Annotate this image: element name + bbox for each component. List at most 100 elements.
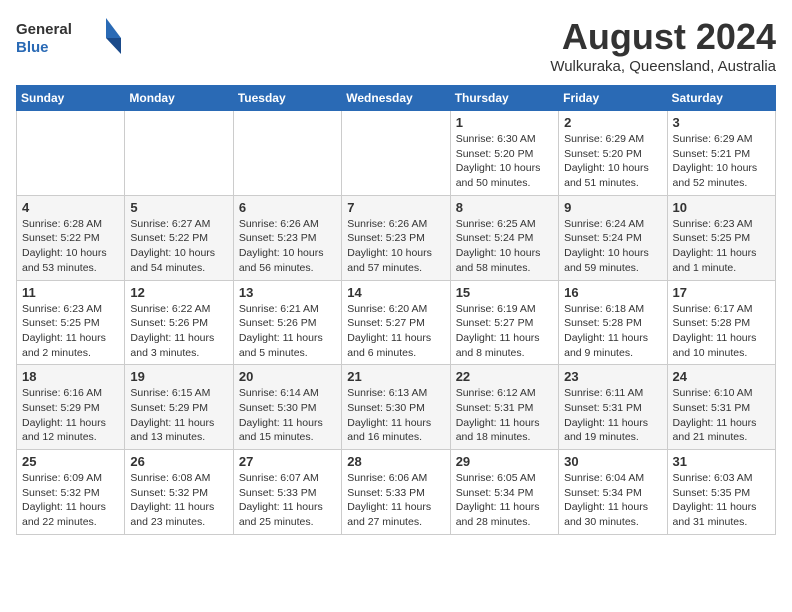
day-info: Sunrise: 6:26 AMSunset: 5:23 PMDaylight:… <box>239 217 336 276</box>
calendar-cell: 13 Sunrise: 6:21 AMSunset: 5:26 PMDayligh… <box>233 280 341 365</box>
day-info: Sunrise: 6:26 AMSunset: 5:23 PMDaylight:… <box>347 217 444 276</box>
day-number: 15 <box>456 285 553 300</box>
calendar-cell: 25 Sunrise: 6:09 AMSunset: 5:32 PMDayligh… <box>17 450 125 535</box>
day-number: 20 <box>239 369 336 384</box>
calendar-cell: 30 Sunrise: 6:04 AMSunset: 5:34 PMDayligh… <box>559 450 667 535</box>
day-number: 23 <box>564 369 661 384</box>
calendar-cell: 8 Sunrise: 6:25 AMSunset: 5:24 PMDaylight… <box>450 195 558 280</box>
day-info: Sunrise: 6:21 AMSunset: 5:26 PMDaylight:… <box>239 302 336 361</box>
day-info: Sunrise: 6:27 AMSunset: 5:22 PMDaylight:… <box>130 217 227 276</box>
calendar-cell: 3 Sunrise: 6:29 AMSunset: 5:21 PMDaylight… <box>667 111 775 196</box>
day-info: Sunrise: 6:29 AMSunset: 5:20 PMDaylight:… <box>564 132 661 191</box>
weekday-header-friday: Friday <box>559 86 667 111</box>
day-info: Sunrise: 6:19 AMSunset: 5:27 PMDaylight:… <box>456 302 553 361</box>
svg-text:General: General <box>16 21 72 38</box>
weekday-header-thursday: Thursday <box>450 86 558 111</box>
day-info: Sunrise: 6:22 AMSunset: 5:26 PMDaylight:… <box>130 302 227 361</box>
calendar-week-row: 1 Sunrise: 6:30 AMSunset: 5:20 PMDaylight… <box>17 111 776 196</box>
day-info: Sunrise: 6:08 AMSunset: 5:32 PMDaylight:… <box>130 471 227 530</box>
logo: General Blue <box>16 16 126 61</box>
day-number: 8 <box>456 200 553 215</box>
day-info: Sunrise: 6:11 AMSunset: 5:31 PMDaylight:… <box>564 386 661 445</box>
day-number: 3 <box>673 115 770 130</box>
day-number: 27 <box>239 454 336 469</box>
day-number: 24 <box>673 369 770 384</box>
day-number: 17 <box>673 285 770 300</box>
day-info: Sunrise: 6:12 AMSunset: 5:31 PMDaylight:… <box>456 386 553 445</box>
day-info: Sunrise: 6:13 AMSunset: 5:30 PMDaylight:… <box>347 386 444 445</box>
day-info: Sunrise: 6:10 AMSunset: 5:31 PMDaylight:… <box>673 386 770 445</box>
day-number: 25 <box>22 454 119 469</box>
month-title: August 2024 <box>550 16 776 58</box>
day-info: Sunrise: 6:18 AMSunset: 5:28 PMDaylight:… <box>564 302 661 361</box>
location: Wulkuraka, Queensland, Australia <box>550 58 776 75</box>
calendar-cell: 1 Sunrise: 6:30 AMSunset: 5:20 PMDaylight… <box>450 111 558 196</box>
day-info: Sunrise: 6:09 AMSunset: 5:32 PMDaylight:… <box>22 471 119 530</box>
calendar-cell: 31 Sunrise: 6:03 AMSunset: 5:35 PMDayligh… <box>667 450 775 535</box>
calendar-cell: 10Sunrise: 6:23 AMSunset: 5:25 PMDayligh… <box>667 195 775 280</box>
logo-svg: General Blue <box>16 16 126 61</box>
day-number: 26 <box>130 454 227 469</box>
calendar-cell: 18Sunrise: 6:16 AMSunset: 5:29 PMDayligh… <box>17 365 125 450</box>
day-info: Sunrise: 6:03 AMSunset: 5:35 PMDaylight:… <box>673 471 770 530</box>
day-number: 29 <box>456 454 553 469</box>
calendar-week-row: 25 Sunrise: 6:09 AMSunset: 5:32 PMDayligh… <box>17 450 776 535</box>
calendar-cell: 4 Sunrise: 6:28 AMSunset: 5:22 PMDaylight… <box>17 195 125 280</box>
calendar-cell: 22 Sunrise: 6:12 AMSunset: 5:31 PMDayligh… <box>450 365 558 450</box>
day-info: Sunrise: 6:06 AMSunset: 5:33 PMDaylight:… <box>347 471 444 530</box>
calendar-cell: 19 Sunrise: 6:15 AMSunset: 5:29 PMDayligh… <box>125 365 233 450</box>
calendar-cell: 12 Sunrise: 6:22 AMSunset: 5:26 PMDayligh… <box>125 280 233 365</box>
day-info: Sunrise: 6:30 AMSunset: 5:20 PMDaylight:… <box>456 132 553 191</box>
day-info: Sunrise: 6:25 AMSunset: 5:24 PMDaylight:… <box>456 217 553 276</box>
day-number: 12 <box>130 285 227 300</box>
day-info: Sunrise: 6:23 AMSunset: 5:25 PMDaylight:… <box>22 302 119 361</box>
calendar-cell <box>17 111 125 196</box>
title-area: August 2024 Wulkuraka, Queensland, Austr… <box>550 16 776 75</box>
calendar-cell: 6Sunrise: 6:26 AMSunset: 5:23 PMDaylight… <box>233 195 341 280</box>
weekday-header-sunday: Sunday <box>17 86 125 111</box>
day-number: 7 <box>347 200 444 215</box>
calendar-cell: 20Sunrise: 6:14 AMSunset: 5:30 PMDayligh… <box>233 365 341 450</box>
weekday-header-saturday: Saturday <box>667 86 775 111</box>
weekday-header-wednesday: Wednesday <box>342 86 450 111</box>
day-number: 28 <box>347 454 444 469</box>
calendar-cell: 15 Sunrise: 6:19 AMSunset: 5:27 PMDayligh… <box>450 280 558 365</box>
calendar-cell: 9Sunrise: 6:24 AMSunset: 5:24 PMDaylight… <box>559 195 667 280</box>
calendar-cell: 27Sunrise: 6:07 AMSunset: 5:33 PMDayligh… <box>233 450 341 535</box>
calendar-cell: 28 Sunrise: 6:06 AMSunset: 5:33 PMDayligh… <box>342 450 450 535</box>
day-number: 13 <box>239 285 336 300</box>
day-info: Sunrise: 6:04 AMSunset: 5:34 PMDaylight:… <box>564 471 661 530</box>
day-info: Sunrise: 6:28 AMSunset: 5:22 PMDaylight:… <box>22 217 119 276</box>
calendar-cell <box>233 111 341 196</box>
day-info: Sunrise: 6:05 AMSunset: 5:34 PMDaylight:… <box>456 471 553 530</box>
day-number: 22 <box>456 369 553 384</box>
calendar-week-row: 18Sunrise: 6:16 AMSunset: 5:29 PMDayligh… <box>17 365 776 450</box>
day-number: 4 <box>22 200 119 215</box>
calendar-week-row: 11 Sunrise: 6:23 AMSunset: 5:25 PMDayligh… <box>17 280 776 365</box>
calendar-header-row: SundayMondayTuesdayWednesdayThursdayFrid… <box>17 86 776 111</box>
day-info: Sunrise: 6:16 AMSunset: 5:29 PMDaylight:… <box>22 386 119 445</box>
calendar-week-row: 4 Sunrise: 6:28 AMSunset: 5:22 PMDaylight… <box>17 195 776 280</box>
calendar-cell: 29 Sunrise: 6:05 AMSunset: 5:34 PMDayligh… <box>450 450 558 535</box>
day-info: Sunrise: 6:15 AMSunset: 5:29 PMDaylight:… <box>130 386 227 445</box>
day-number: 30 <box>564 454 661 469</box>
calendar-cell: 14Sunrise: 6:20 AMSunset: 5:27 PMDayligh… <box>342 280 450 365</box>
day-info: Sunrise: 6:20 AMSunset: 5:27 PMDaylight:… <box>347 302 444 361</box>
calendar-cell: 11 Sunrise: 6:23 AMSunset: 5:25 PMDayligh… <box>17 280 125 365</box>
day-number: 5 <box>130 200 227 215</box>
calendar-cell: 7 Sunrise: 6:26 AMSunset: 5:23 PMDaylight… <box>342 195 450 280</box>
day-info: Sunrise: 6:29 AMSunset: 5:21 PMDaylight:… <box>673 132 770 191</box>
day-number: 2 <box>564 115 661 130</box>
calendar-cell: 16Sunrise: 6:18 AMSunset: 5:28 PMDayligh… <box>559 280 667 365</box>
day-number: 19 <box>130 369 227 384</box>
day-number: 11 <box>22 285 119 300</box>
calendar-cell: 17Sunrise: 6:17 AMSunset: 5:28 PMDayligh… <box>667 280 775 365</box>
page-header: General Blue August 2024 Wulkuraka, Quee… <box>16 16 776 75</box>
calendar-table: SundayMondayTuesdayWednesdayThursdayFrid… <box>16 85 776 535</box>
day-number: 1 <box>456 115 553 130</box>
day-info: Sunrise: 6:23 AMSunset: 5:25 PMDaylight:… <box>673 217 770 276</box>
day-number: 31 <box>673 454 770 469</box>
calendar-cell: 2 Sunrise: 6:29 AMSunset: 5:20 PMDaylight… <box>559 111 667 196</box>
weekday-header-tuesday: Tuesday <box>233 86 341 111</box>
day-number: 21 <box>347 369 444 384</box>
